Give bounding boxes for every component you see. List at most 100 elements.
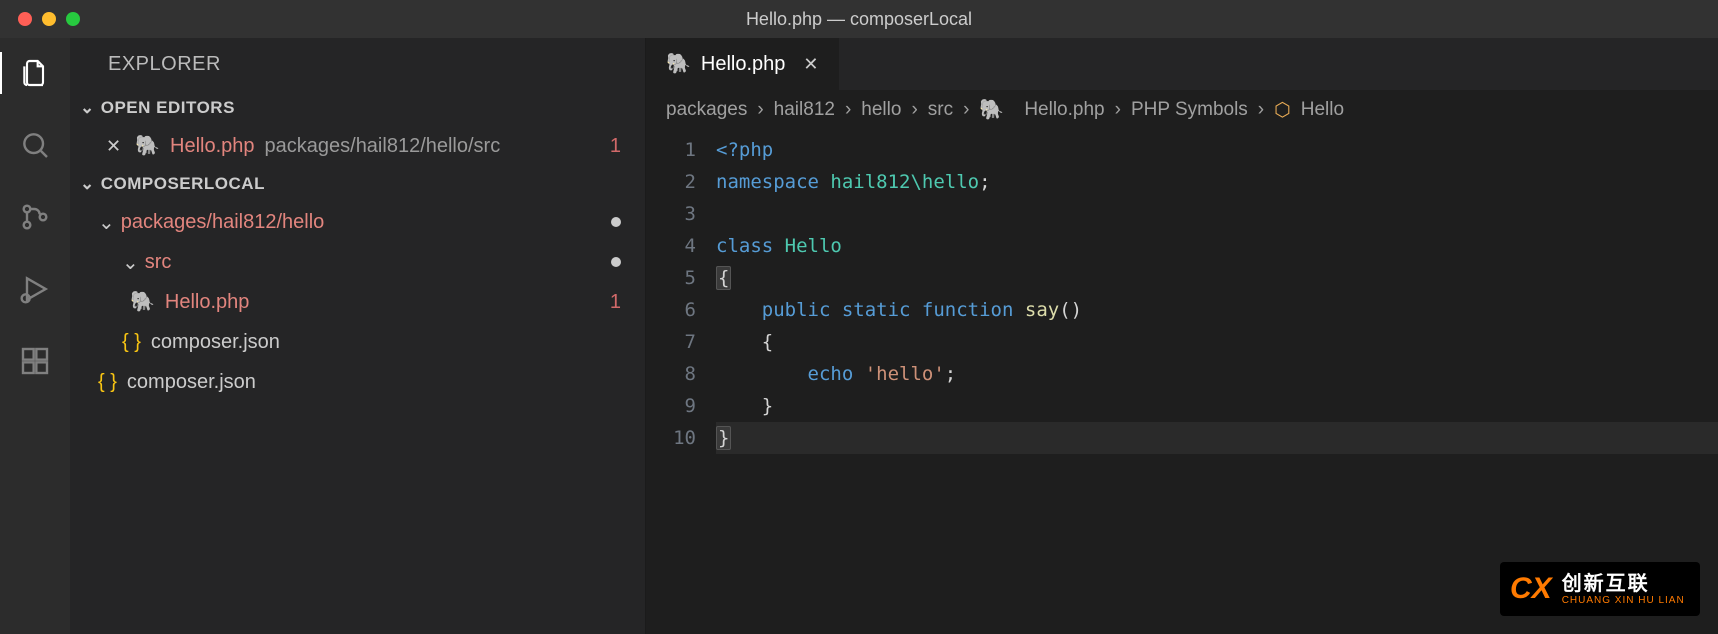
file-label: composer.json xyxy=(151,331,280,354)
logo-text-bottom: CHUANG XIN HU LIAN xyxy=(1562,595,1685,606)
breadcrumb-part[interactable]: Hello.php xyxy=(1024,99,1104,121)
tabbar: 🐘 Hello.php ✕ xyxy=(646,38,1718,90)
code-token: say xyxy=(1013,299,1059,321)
code-token: class xyxy=(716,235,773,257)
breadcrumb-part[interactable]: hail812 xyxy=(774,99,835,121)
tree-file-hello-php[interactable]: 🐘 Hello.php 1 xyxy=(70,282,645,322)
editor-group: 🐘 Hello.php ✕ packages › hail812 › hello… xyxy=(646,38,1718,634)
folder-label: packages xyxy=(121,211,207,234)
problem-badge: 1 xyxy=(610,291,621,314)
line-number: 5 xyxy=(646,262,696,294)
line-number: 7 xyxy=(646,326,696,358)
line-number: 2 xyxy=(646,166,696,198)
logo-text-top: 创新互联 xyxy=(1562,573,1685,595)
code-editor[interactable]: 1 2 3 4 5 6 7 8 9 10 <?php namespace hai… xyxy=(646,130,1718,634)
line-number: 6 xyxy=(646,294,696,326)
close-window-button[interactable] xyxy=(18,12,32,26)
workspace-header[interactable]: ⌄ COMPOSERLOCAL xyxy=(70,166,645,202)
run-debug-icon[interactable] xyxy=(18,272,52,306)
chevron-right-icon: › xyxy=(963,99,969,121)
file-label: Hello.php xyxy=(165,291,250,314)
code-token: hail812\hello xyxy=(819,171,979,193)
chevron-right-icon: › xyxy=(1115,99,1121,121)
breadcrumb-part[interactable]: src xyxy=(928,99,953,121)
folder-label: hail812 xyxy=(212,211,277,234)
chevron-right-icon: › xyxy=(911,99,917,121)
code-token: Hello xyxy=(773,235,842,257)
code-token: echo xyxy=(808,363,854,385)
tree-folder-packages[interactable]: ⌄ packages / hail812 / hello xyxy=(70,202,645,242)
window-title: Hello.php — composerLocal xyxy=(746,9,972,30)
line-number: 1 xyxy=(646,134,696,166)
chevron-down-icon: ⌄ xyxy=(80,98,95,118)
code-token: ; xyxy=(945,363,956,385)
class-icon: ⬡ xyxy=(1274,99,1291,122)
main-area: EXPLORER ⌄ OPEN EDITORS ✕ 🐘 Hello.php pa… xyxy=(0,38,1718,634)
line-number: 4 xyxy=(646,230,696,262)
php-file-icon: 🐘 xyxy=(979,100,1004,120)
code-token: ; xyxy=(979,171,990,193)
explorer-title: EXPLORER xyxy=(70,38,645,90)
line-number: 8 xyxy=(646,358,696,390)
chevron-down-icon: ⌄ xyxy=(98,210,115,235)
breadcrumb-part[interactable]: PHP Symbols xyxy=(1131,99,1248,121)
chevron-right-icon: › xyxy=(757,99,763,121)
problem-badge: 1 xyxy=(610,135,621,158)
code-token: namespace xyxy=(716,171,819,193)
folder-label: src xyxy=(145,251,172,274)
watermark-logo: CX 创新互联 CHUANG XIN HU LIAN xyxy=(1500,562,1700,616)
code-token: function xyxy=(910,299,1013,321)
explorer-icon[interactable] xyxy=(18,56,52,90)
line-number: 9 xyxy=(646,390,696,422)
line-number: 3 xyxy=(646,198,696,230)
json-file-icon: { } xyxy=(122,331,141,354)
breadcrumb[interactable]: packages › hail812 › hello › src › 🐘 Hel… xyxy=(646,90,1718,130)
tree-folder-src[interactable]: ⌄ src xyxy=(70,242,645,282)
open-editor-filename: Hello.php xyxy=(170,135,255,158)
folder-label: hello xyxy=(282,211,324,234)
file-label: composer.json xyxy=(127,371,256,394)
workspace-label: COMPOSERLOCAL xyxy=(101,174,265,194)
search-icon[interactable] xyxy=(18,128,52,162)
tab-label: Hello.php xyxy=(701,53,786,76)
chevron-right-icon: › xyxy=(845,99,851,121)
json-file-icon: { } xyxy=(98,371,117,394)
close-editor-icon[interactable]: ✕ xyxy=(106,136,121,157)
tree-file-composer-inner[interactable]: { } composer.json xyxy=(70,322,645,362)
window-controls xyxy=(0,12,80,26)
minimize-window-button[interactable] xyxy=(42,12,56,26)
code-token: { xyxy=(716,266,731,290)
breadcrumb-part[interactable]: packages xyxy=(666,99,747,121)
code-token: () xyxy=(1059,299,1082,321)
chevron-right-icon: › xyxy=(1258,99,1264,121)
activity-bar xyxy=(0,38,70,634)
open-editor-item[interactable]: ✕ 🐘 Hello.php packages/hail812/hello/src… xyxy=(70,126,645,166)
extensions-icon[interactable] xyxy=(18,344,52,378)
close-tab-icon[interactable]: ✕ xyxy=(803,54,818,75)
code-token: { xyxy=(762,331,773,353)
open-editors-header[interactable]: ⌄ OPEN EDITORS xyxy=(70,90,645,126)
php-file-icon: 🐘 xyxy=(135,136,160,156)
breadcrumb-part[interactable]: hello xyxy=(861,99,901,121)
modified-dot-icon xyxy=(611,257,621,267)
chevron-down-icon: ⌄ xyxy=(122,250,139,275)
chevron-down-icon: ⌄ xyxy=(80,174,95,194)
logo-icon: CX xyxy=(1510,572,1552,606)
code-content[interactable]: <?php namespace hail812\hello; class Hel… xyxy=(716,134,1718,634)
line-gutter: 1 2 3 4 5 6 7 8 9 10 xyxy=(646,134,716,634)
php-file-icon: 🐘 xyxy=(666,54,691,74)
source-control-icon[interactable] xyxy=(18,200,52,234)
code-token: static xyxy=(830,299,910,321)
maximize-window-button[interactable] xyxy=(66,12,80,26)
code-token: public xyxy=(762,299,831,321)
tab-hello-php[interactable]: 🐘 Hello.php ✕ xyxy=(646,38,840,90)
open-editors-label: OPEN EDITORS xyxy=(101,98,235,118)
tree-file-composer-root[interactable]: { } composer.json xyxy=(70,362,645,402)
code-token: <?php xyxy=(716,139,773,161)
titlebar: Hello.php — composerLocal xyxy=(0,0,1718,38)
code-token: } xyxy=(716,426,731,450)
modified-dot-icon xyxy=(611,217,621,227)
php-file-icon: 🐘 xyxy=(130,292,155,312)
breadcrumb-part[interactable]: Hello xyxy=(1301,99,1344,121)
code-token: 'hello' xyxy=(853,363,945,385)
